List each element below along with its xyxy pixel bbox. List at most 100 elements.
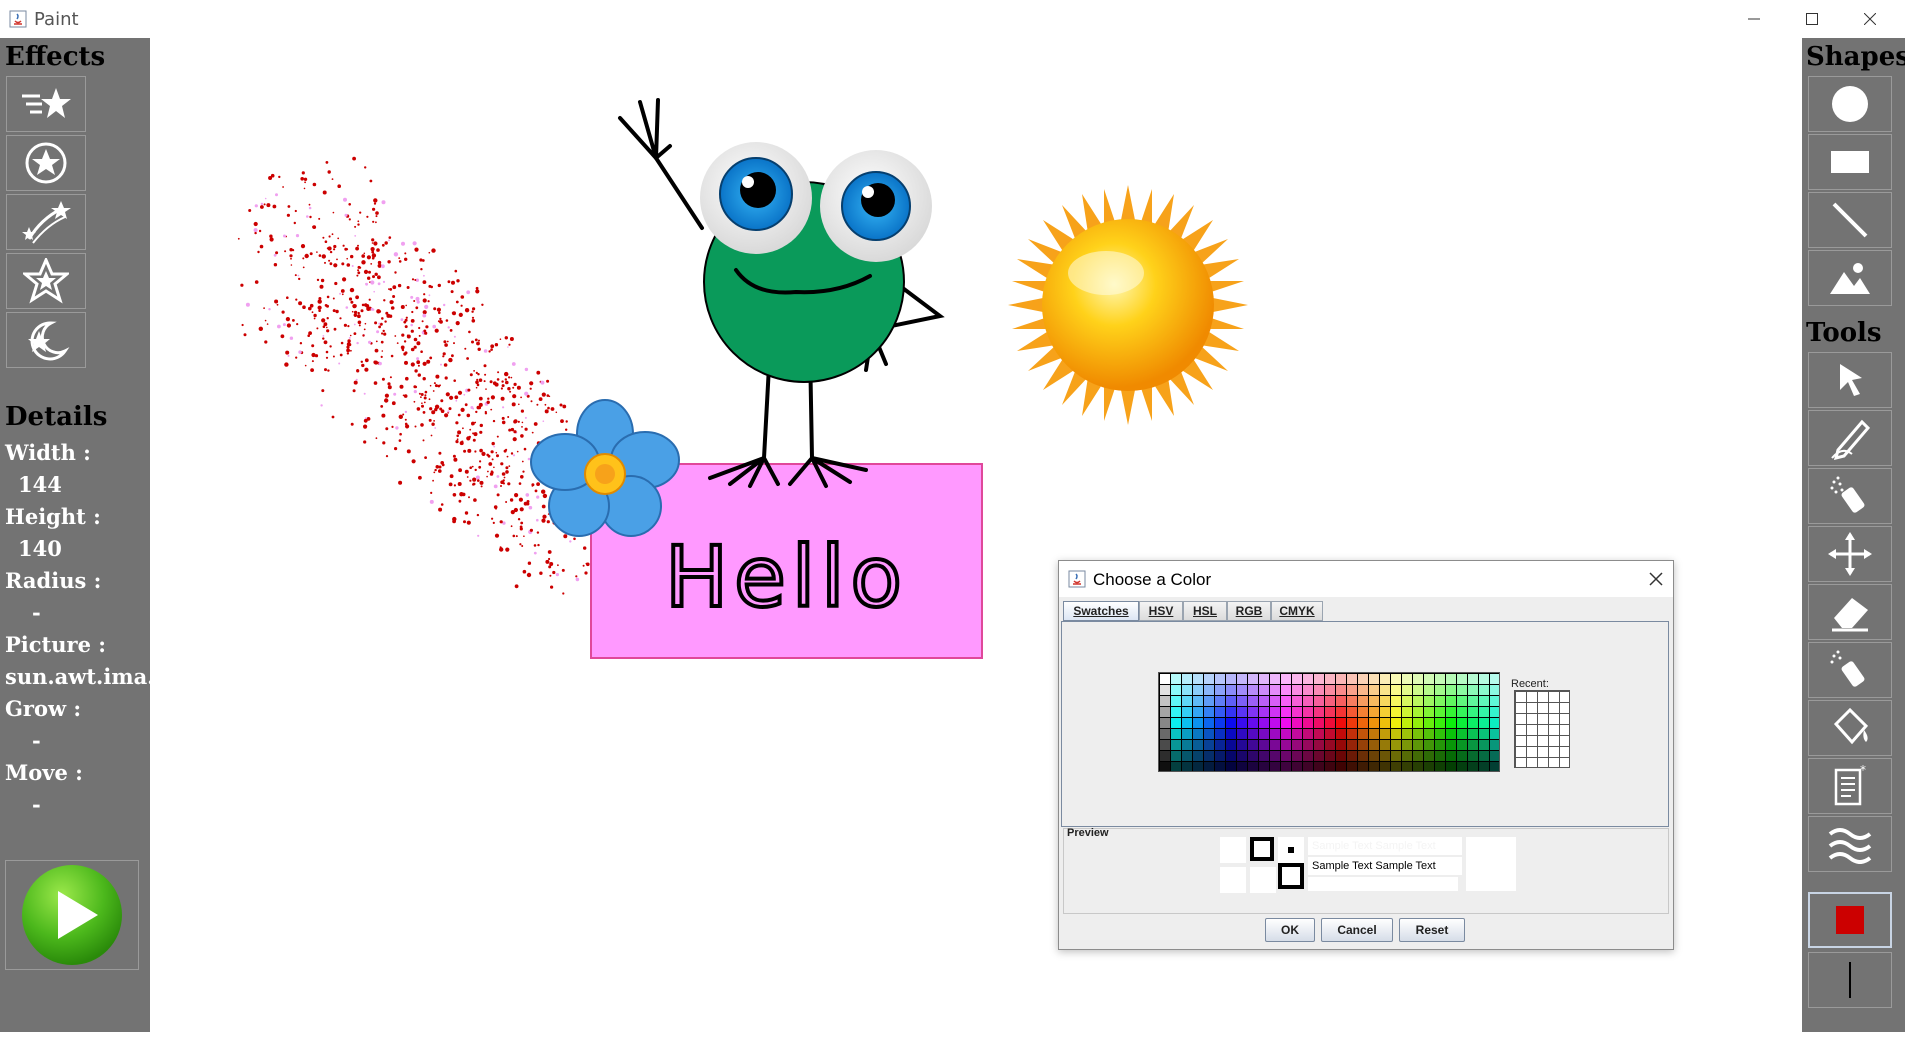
color-swatch-cell[interactable] <box>1446 762 1456 771</box>
recent-swatch-cell[interactable] <box>1527 758 1537 767</box>
color-swatch-cell[interactable] <box>1468 740 1478 750</box>
color-swatch-cell[interactable] <box>1182 718 1192 728</box>
color-swatch-cell[interactable] <box>1435 685 1445 695</box>
color-swatch-cell[interactable] <box>1270 718 1280 728</box>
color-swatch-cell[interactable] <box>1193 762 1203 771</box>
color-swatch-cell[interactable] <box>1347 729 1357 739</box>
recent-swatch-cell[interactable] <box>1560 758 1569 767</box>
color-swatch-cell[interactable] <box>1325 751 1335 761</box>
color-swatch-cell[interactable] <box>1479 740 1489 750</box>
color-swatch-cell[interactable] <box>1380 729 1390 739</box>
color-swatch-cell[interactable] <box>1226 718 1236 728</box>
color-swatch-cell[interactable] <box>1336 740 1346 750</box>
color-swatch-cell[interactable] <box>1237 740 1247 750</box>
ok-button[interactable]: OK <box>1265 918 1315 942</box>
color-swatch-cell[interactable] <box>1490 762 1499 771</box>
color-swatch-cell[interactable] <box>1193 696 1203 706</box>
color-swatch-cell[interactable] <box>1171 685 1181 695</box>
color-swatch-cell[interactable] <box>1270 685 1280 695</box>
tool-eraser-button[interactable] <box>1808 584 1892 640</box>
color-swatch-cell[interactable] <box>1237 729 1247 739</box>
color-swatch-cell[interactable] <box>1204 762 1214 771</box>
color-swatch-cell[interactable] <box>1248 674 1258 684</box>
color-swatch-cell[interactable] <box>1369 696 1379 706</box>
color-swatch-cell[interactable] <box>1248 762 1258 771</box>
color-swatch-cell[interactable] <box>1391 707 1401 717</box>
color-swatch-cell[interactable] <box>1369 685 1379 695</box>
color-swatch-cell[interactable] <box>1413 729 1423 739</box>
color-swatch-cell[interactable] <box>1171 707 1181 717</box>
color-swatch-cell[interactable] <box>1292 685 1302 695</box>
color-swatch-cell[interactable] <box>1215 707 1225 717</box>
color-swatch-cell[interactable] <box>1204 707 1214 717</box>
color-swatch-cell[interactable] <box>1314 751 1324 761</box>
color-swatch-cell[interactable] <box>1215 685 1225 695</box>
color-swatch-cell[interactable] <box>1402 751 1412 761</box>
color-swatch-cell[interactable] <box>1325 762 1335 771</box>
recent-swatch-cell[interactable] <box>1549 703 1559 713</box>
color-swatch-cell[interactable] <box>1336 718 1346 728</box>
shape-image-button[interactable] <box>1808 250 1892 306</box>
color-swatch-cell[interactable] <box>1314 707 1324 717</box>
color-swatch-cell[interactable] <box>1391 685 1401 695</box>
color-swatch-cell[interactable] <box>1204 696 1214 706</box>
color-swatch-cell[interactable] <box>1160 707 1170 717</box>
color-swatch-cell[interactable] <box>1446 707 1456 717</box>
color-swatch-cell[interactable] <box>1347 685 1357 695</box>
color-swatch-cell[interactable] <box>1314 740 1324 750</box>
color-swatch-cell[interactable] <box>1336 674 1346 684</box>
color-swatch-cell[interactable] <box>1457 740 1467 750</box>
tab-hsl[interactable]: HSL <box>1183 601 1227 621</box>
tab-rgb[interactable]: RGB <box>1227 601 1271 621</box>
color-swatch-cell[interactable] <box>1369 707 1379 717</box>
color-swatch-cell[interactable] <box>1292 740 1302 750</box>
color-swatch-cell[interactable] <box>1171 740 1181 750</box>
color-swatch-cell[interactable] <box>1358 674 1368 684</box>
color-swatch-cell[interactable] <box>1237 762 1247 771</box>
color-swatch-cell[interactable] <box>1347 751 1357 761</box>
color-swatch-cell[interactable] <box>1435 740 1445 750</box>
color-swatch-cell[interactable] <box>1479 729 1489 739</box>
color-swatch-cell[interactable] <box>1391 674 1401 684</box>
recent-swatch-cell[interactable] <box>1516 736 1526 746</box>
recent-swatch-cell[interactable] <box>1516 703 1526 713</box>
color-swatch-cell[interactable] <box>1446 674 1456 684</box>
color-swatch-cell[interactable] <box>1347 707 1357 717</box>
tab-cmyk[interactable]: CMYK <box>1271 601 1323 621</box>
recent-swatch-cell[interactable] <box>1516 692 1526 702</box>
color-swatch-cell[interactable] <box>1292 707 1302 717</box>
color-swatch-cell[interactable] <box>1347 674 1357 684</box>
color-swatch-cell[interactable] <box>1424 751 1434 761</box>
color-swatch-cell[interactable] <box>1193 751 1203 761</box>
color-swatch-cell[interactable] <box>1182 762 1192 771</box>
color-swatch-cell[interactable] <box>1325 740 1335 750</box>
recent-swatch-cell[interactable] <box>1538 692 1548 702</box>
color-swatch-cell[interactable] <box>1402 762 1412 771</box>
color-swatch-cell[interactable] <box>1380 718 1390 728</box>
color-swatch-cell[interactable] <box>1281 751 1291 761</box>
color-swatch-cell[interactable] <box>1270 674 1280 684</box>
color-swatch-cell[interactable] <box>1446 718 1456 728</box>
color-swatch-cell[interactable] <box>1435 718 1445 728</box>
color-swatch-cell[interactable] <box>1347 696 1357 706</box>
color-swatch-cell[interactable] <box>1226 674 1236 684</box>
color-swatch-cell[interactable] <box>1380 707 1390 717</box>
color-swatch-cell[interactable] <box>1402 707 1412 717</box>
color-swatch-cell[interactable] <box>1226 685 1236 695</box>
color-swatch-cell[interactable] <box>1457 696 1467 706</box>
color-swatch-cell[interactable] <box>1182 751 1192 761</box>
color-swatch-cell[interactable] <box>1457 751 1467 761</box>
color-swatch-cell[interactable] <box>1347 762 1357 771</box>
color-swatch-cell[interactable] <box>1391 696 1401 706</box>
tool-pointer-button[interactable] <box>1808 352 1892 408</box>
tool-spray-eraser-button[interactable] <box>1808 642 1892 698</box>
color-swatch-cell[interactable] <box>1270 707 1280 717</box>
recent-swatch-cell[interactable] <box>1516 714 1526 724</box>
color-swatch-cell[interactable] <box>1215 674 1225 684</box>
color-swatch-cell[interactable] <box>1292 751 1302 761</box>
color-swatch-cell[interactable] <box>1259 751 1269 761</box>
color-swatch-cell[interactable] <box>1204 740 1214 750</box>
recent-swatch-cell[interactable] <box>1527 714 1537 724</box>
color-swatch-cell[interactable] <box>1281 696 1291 706</box>
recent-swatch-grid[interactable] <box>1514 690 1570 768</box>
